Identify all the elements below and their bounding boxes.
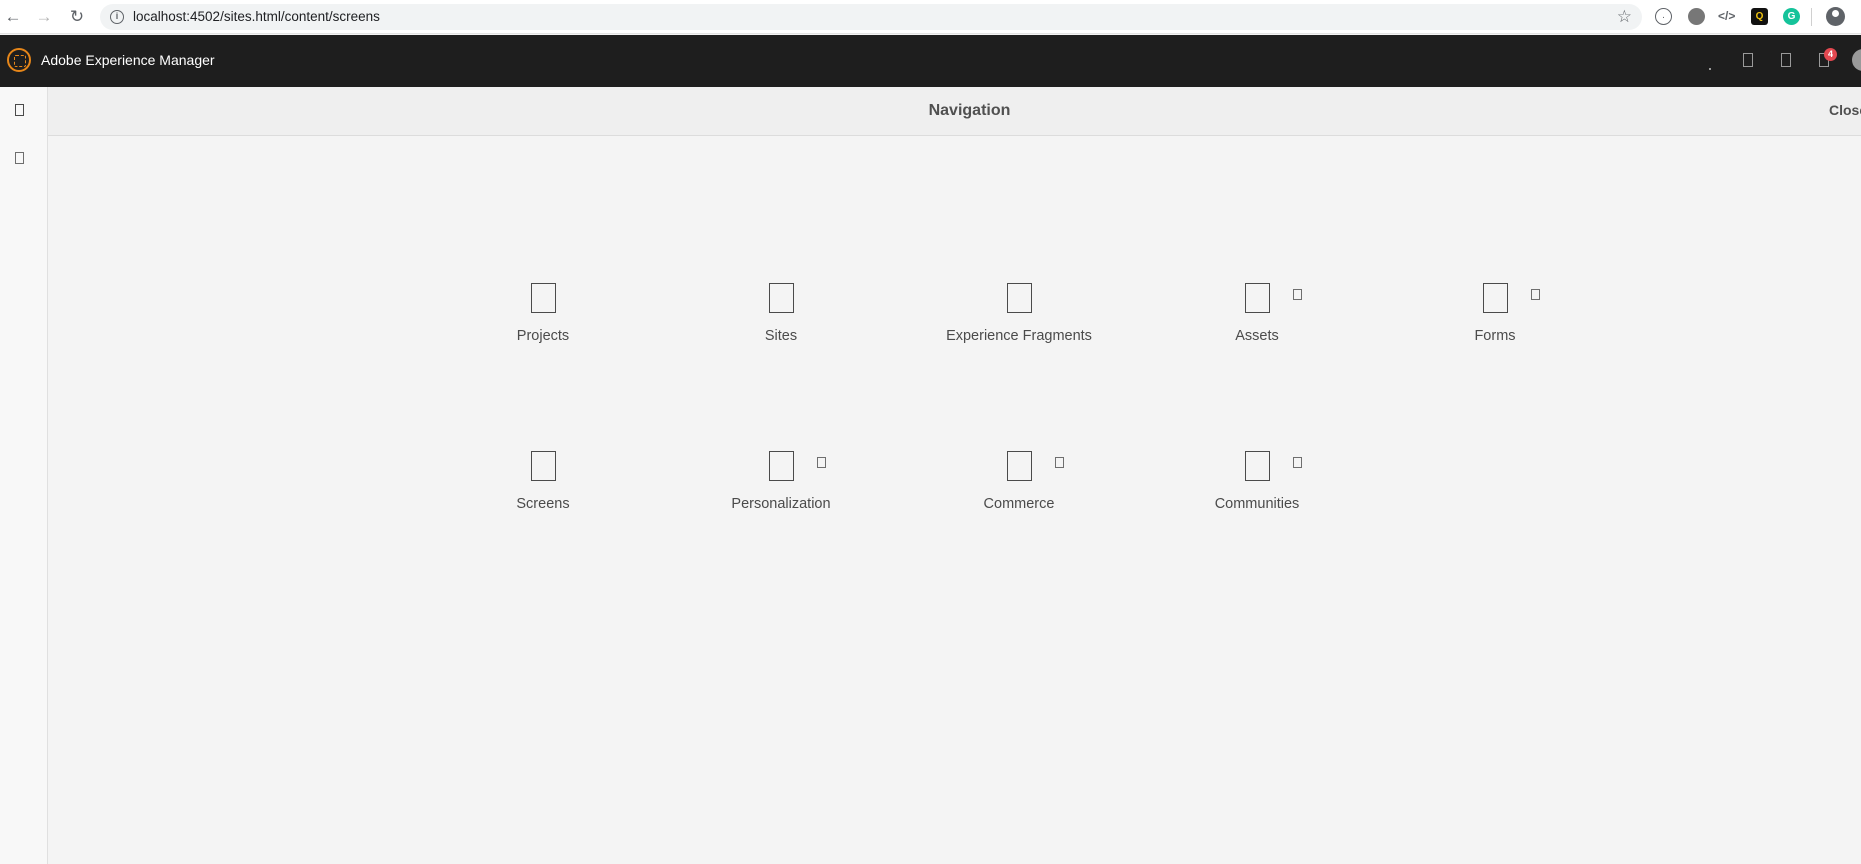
back-arrow-icon[interactable]: ←: [3, 7, 23, 27]
page-title: Navigation: [928, 102, 1011, 119]
screens-icon: [531, 451, 556, 481]
toolbar-divider: [1811, 8, 1812, 26]
tile-label: Experience Fragments: [946, 328, 1092, 344]
nav-tile-commerce[interactable]: Commerce: [919, 451, 1119, 531]
tile-label: Personalization: [731, 496, 831, 512]
url-text[interactable]: localhost:4502/sites.html/content/screen…: [133, 9, 380, 24]
experience-fragments-icon: [1007, 283, 1032, 313]
tile-label: Projects: [516, 328, 570, 344]
brand-title[interactable]: Adobe Experience Manager: [41, 52, 215, 68]
personalization-icon: [769, 451, 794, 481]
solutions-icon[interactable]: [1781, 53, 1791, 67]
tile-label: Screens: [516, 496, 570, 512]
aem-logo-icon[interactable]: [7, 48, 31, 72]
site-info-icon[interactable]: i: [110, 10, 124, 24]
projects-icon: [531, 283, 556, 313]
extension-icon[interactable]: Q: [1751, 8, 1768, 25]
communities-icon: [1245, 451, 1270, 481]
tile-label: Communities: [1214, 496, 1300, 512]
assets-icon: [1245, 283, 1270, 313]
tile-label: Commerce: [983, 496, 1055, 512]
nav-tile-projects[interactable]: Projects: [443, 283, 643, 363]
nav-tile-forms[interactable]: Forms: [1395, 283, 1595, 363]
nav-tile-communities[interactable]: Communities: [1157, 451, 1357, 531]
external-link-icon: [817, 457, 826, 468]
navigation-header: Navigation Close: [48, 87, 1861, 136]
grammarly-icon[interactable]: G: [1783, 8, 1800, 25]
profile-icon[interactable]: [1826, 7, 1845, 26]
address-bar[interactable]: i localhost:4502/sites.html/content/scre…: [100, 4, 1642, 30]
forms-icon: [1483, 283, 1508, 313]
nav-tile-personalization[interactable]: Personalization: [681, 451, 881, 531]
help-icon[interactable]: [1743, 53, 1753, 67]
navigation-panel: Projects Sites Experience Fragments Asse…: [48, 137, 1861, 864]
external-link-icon: [1293, 457, 1302, 468]
tile-label: Forms: [1474, 328, 1516, 344]
browser-toolbar: ← → ↻ i localhost:4502/sites.html/conten…: [0, 0, 1861, 34]
close-button[interactable]: Close: [1829, 102, 1861, 118]
external-link-icon: [1293, 289, 1302, 300]
commerce-icon: [1007, 451, 1032, 481]
rail-tools-icon[interactable]: [15, 152, 24, 164]
avatar[interactable]: [1852, 49, 1861, 71]
nav-tile-assets[interactable]: Assets: [1157, 283, 1357, 363]
forward-arrow-icon[interactable]: →: [34, 7, 54, 27]
rail-navigation-icon[interactable]: [15, 104, 24, 116]
tile-label: Sites: [764, 328, 798, 344]
notification-badge: 4: [1824, 48, 1837, 61]
nav-tile-sites[interactable]: Sites: [681, 283, 881, 363]
tile-label: Assets: [1235, 328, 1279, 344]
loading-indicator: [1709, 68, 1711, 70]
aem-shell-header: Adobe Experience Manager 4: [0, 35, 1861, 87]
code-extension-icon[interactable]: </>: [1718, 8, 1735, 25]
extension-icon[interactable]: [1688, 8, 1705, 25]
external-link-icon: [1055, 457, 1064, 468]
external-link-icon: [1531, 289, 1540, 300]
reload-icon[interactable]: ↻: [67, 7, 87, 27]
nav-tile-screens[interactable]: Screens: [443, 451, 643, 531]
bookmark-star-icon[interactable]: ☆: [1617, 7, 1632, 27]
nav-tile-experience-fragments[interactable]: Experience Fragments: [919, 283, 1119, 363]
extension-icon[interactable]: ·: [1655, 8, 1672, 25]
sites-icon: [769, 283, 794, 313]
left-rail: [0, 87, 48, 864]
